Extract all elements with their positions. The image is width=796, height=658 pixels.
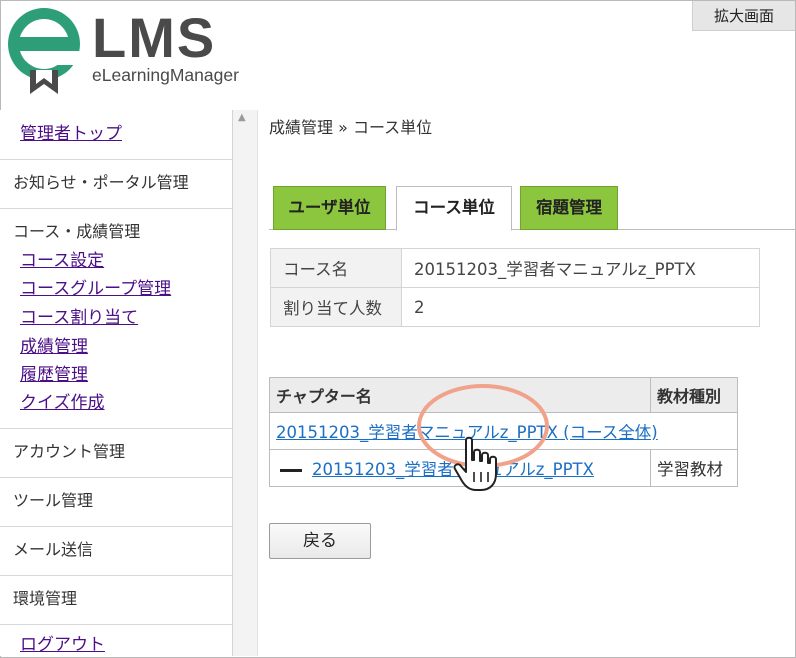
sidebar-divider xyxy=(0,575,232,576)
sidebar-item-grade-manage[interactable]: 成績管理 xyxy=(20,335,88,359)
tab-course-unit[interactable]: コース単位 xyxy=(396,186,512,231)
dash-icon xyxy=(280,469,302,472)
table-row: 割り当て人数 2 xyxy=(270,287,760,327)
logo-e-icon xyxy=(8,8,82,94)
sidebar-item-admin-top[interactable]: 管理者トップ xyxy=(20,122,122,146)
sidebar-item-history-manage[interactable]: 履歴管理 xyxy=(20,363,88,387)
logo-brand: LMS xyxy=(92,6,217,69)
course-name-label: コース名 xyxy=(270,248,402,288)
sidebar-scrollbar[interactable]: ▲ xyxy=(233,110,258,656)
sidebar-divider xyxy=(0,624,232,625)
hand-cursor-icon xyxy=(453,436,497,491)
tab-user-unit[interactable]: ユーザ単位 xyxy=(273,186,386,230)
sidebar-item-course-settings[interactable]: コース設定 xyxy=(20,249,104,273)
back-button[interactable]: 戻る xyxy=(269,523,371,559)
sidebar-item-account-manage[interactable]: アカウント管理 xyxy=(13,440,125,464)
sidebar-divider xyxy=(0,159,232,160)
sidebar-item-tool-manage[interactable]: ツール管理 xyxy=(13,489,93,513)
assign-count-label: 割り当て人数 xyxy=(270,287,402,327)
breadcrumb: 成績管理 » コース単位 xyxy=(269,118,433,137)
course-name-value: 20151203_学習者マニュアルz_PPTX xyxy=(401,248,760,288)
sidebar-divider xyxy=(0,477,232,478)
col-header-type: 教材種別 xyxy=(650,377,738,413)
zoom-badge: 拡大画面 xyxy=(692,1,795,31)
sidebar-item-course-group[interactable]: コースグループ管理 xyxy=(20,277,171,301)
sidebar-divider xyxy=(0,428,232,429)
tab-assignment-manage[interactable]: 宿題管理 xyxy=(520,186,618,230)
sidebar-item-logout[interactable]: ログアウト xyxy=(20,633,105,657)
sidebar-item-notice-portal[interactable]: お知らせ・ポータル管理 xyxy=(13,171,189,195)
sidebar: 管理者トップ お知らせ・ポータル管理 コース・成績管理 コース設定 コースグルー… xyxy=(0,110,233,656)
sidebar-item-quiz-create[interactable]: クイズ作成 xyxy=(20,391,105,415)
assign-count-value: 2 xyxy=(401,287,760,327)
sidebar-section-course-grade[interactable]: コース・成績管理 xyxy=(13,220,140,244)
scroll-up-arrow-icon[interactable]: ▲ xyxy=(238,112,246,123)
sidebar-item-course-assign[interactable]: コース割り当て xyxy=(20,306,138,330)
sidebar-divider xyxy=(0,208,232,209)
logo-subtitle: eLearningManager xyxy=(92,65,239,85)
table-row: コース名 20151203_学習者マニュアルz_PPTX xyxy=(270,248,760,288)
sidebar-item-mail-send[interactable]: メール送信 xyxy=(13,538,93,562)
material-type-cell: 学習教材 xyxy=(650,449,738,487)
sidebar-divider xyxy=(0,526,232,527)
elms-logo: LMS eLearningManager xyxy=(6,4,276,96)
sidebar-item-env-manage[interactable]: 環境管理 xyxy=(13,587,77,611)
course-info-table: コース名 20151203_学習者マニュアルz_PPTX 割り当て人数 2 xyxy=(270,248,760,327)
